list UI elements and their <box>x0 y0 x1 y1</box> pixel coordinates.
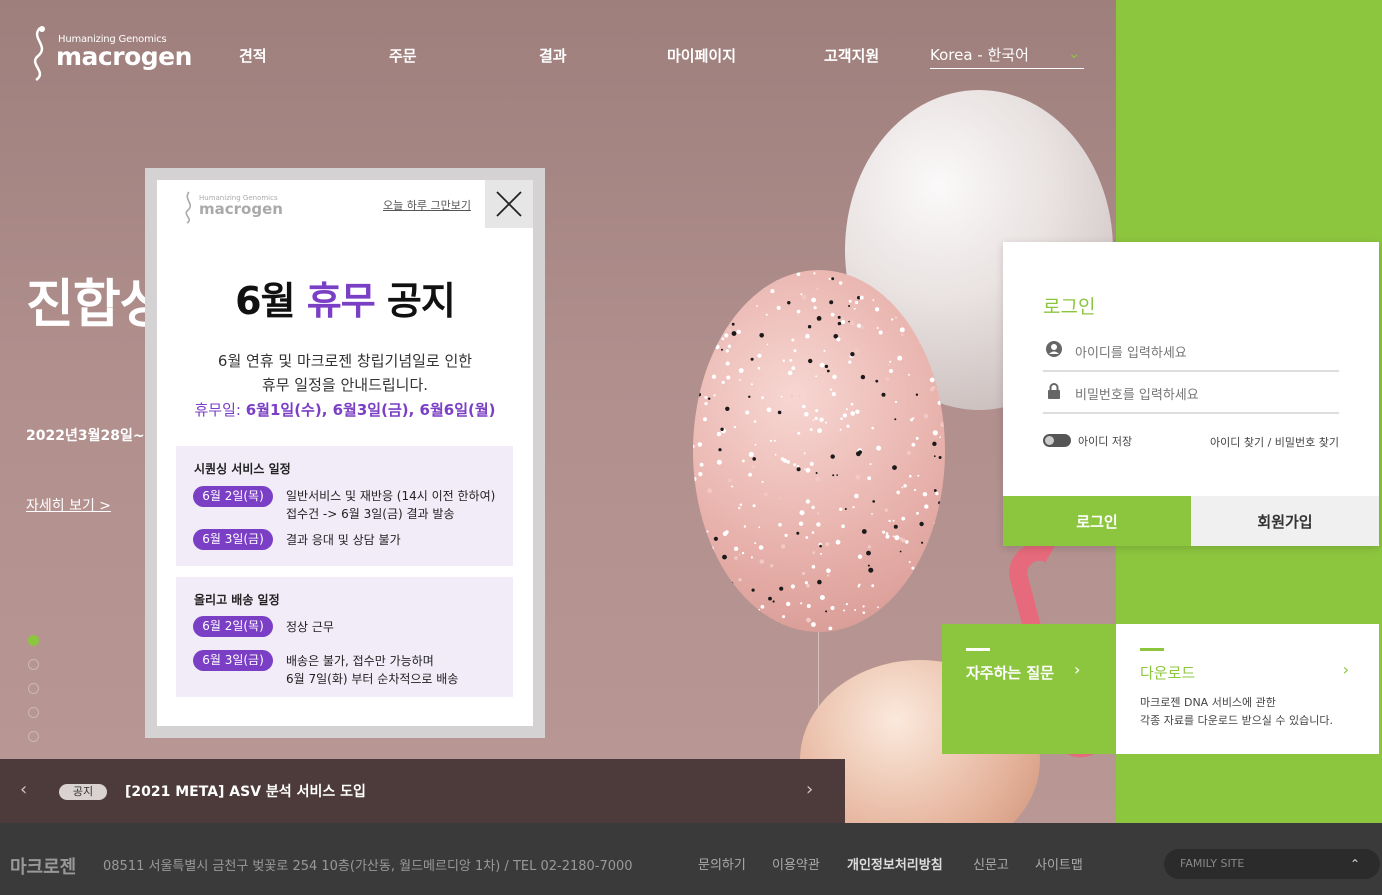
schedule-text: 결과 응대 및 상담 불가 <box>286 533 401 547</box>
nav-order[interactable]: 주문 <box>389 45 417 66</box>
slide-dot-2[interactable] <box>28 659 39 670</box>
close-button[interactable] <box>485 180 533 228</box>
language-value: Korea - 한국어 <box>930 46 1029 64</box>
chevron-right-icon: › <box>1074 660 1081 679</box>
nav-quote[interactable]: 견적 <box>239 45 267 66</box>
footer-link-sitemap[interactable]: 사이트맵 <box>1035 854 1083 873</box>
notice-popup: Humanizing Genomics macrogen 오늘 하루 그만보기 … <box>145 168 545 738</box>
save-id-toggle[interactable] <box>1043 434 1071 447</box>
slide-dot-1[interactable] <box>28 635 39 646</box>
download-link-box[interactable]: 다운로드 › 마크로젠 DNA 서비스에 관한 각종 자료를 다운로드 받으실 … <box>1116 624 1379 754</box>
popup-title-pre: 6월 <box>235 279 307 323</box>
popup-title: 6월 휴무 공지 <box>157 270 533 325</box>
footer-link-privacy[interactable]: 개인정보처리방침 <box>847 854 943 873</box>
slide-dot-5[interactable] <box>28 731 39 742</box>
footer-brand: 마크로젠 <box>10 857 77 878</box>
close-icon <box>496 191 522 217</box>
footer-address: 08511 서울특별시 금천구 벚꽃로 254 10층(가산동, 월드메르디앙 … <box>103 859 633 874</box>
sequencing-schedule-title: 시퀀싱 서비스 일정 <box>194 462 291 476</box>
nav-mypage[interactable]: 마이페이지 <box>667 45 736 66</box>
id-field <box>1043 338 1339 372</box>
logo-helix-icon <box>33 26 45 82</box>
save-id-label: 아이디 저장 <box>1078 435 1133 448</box>
notice-prev-icon[interactable]: ‹ <box>20 779 27 800</box>
popup-line-2: 휴무 일정을 안내드립니다. <box>261 376 429 394</box>
slide-dot-3[interactable] <box>28 683 39 694</box>
site-footer: 마크로젠 08511 서울특별시 금천구 벚꽃로 254 10층(가산동, 월드… <box>0 823 1382 895</box>
holiday-days-label: 휴무일: <box>194 401 246 419</box>
balloon-image-confetti <box>693 270 945 632</box>
popup-content: Humanizing Genomics macrogen 오늘 하루 그만보기 … <box>157 180 533 726</box>
oligo-schedule: 올리고 배송 일정 6월 2일(목) 정상 근무 6월 3일(금) 배송은 불가… <box>176 577 513 697</box>
faq-bar <box>966 648 990 651</box>
popup-logo-wordmark: macrogen <box>199 200 283 218</box>
sequencing-schedule: 시퀀싱 서비스 일정 6월 2일(목) 일반서비스 및 재반응 (14시 이전 … <box>176 446 513 566</box>
download-desc-2: 각종 자료를 다운로드 받으실 수 있습니다. <box>1140 714 1334 727</box>
login-button[interactable]: 로그인 <box>1003 496 1191 546</box>
faq-label: 자주하는 질문 <box>966 664 1055 682</box>
footer-link-sinmungo[interactable]: 신문고 <box>973 854 1009 873</box>
chevron-down-icon: ⌄ <box>1068 46 1080 62</box>
popup-logo: Humanizing Genomics macrogen <box>181 188 283 224</box>
popup-holiday-days: 휴무일: 6월1일(수), 6월3일(금), 6월6일(월) <box>157 399 533 420</box>
family-site-select[interactable]: FAMILY SITE ⌃ <box>1164 849 1380 879</box>
join-button[interactable]: 회원가입 <box>1191 496 1379 546</box>
schedule-text: 정상 근무 <box>286 620 334 634</box>
footer-link-terms[interactable]: 이용약관 <box>772 854 820 873</box>
download-label: 다운로드 <box>1140 664 1196 682</box>
chevron-up-icon: ⌃ <box>1349 857 1360 871</box>
site-header: Humanizing Genomics macrogen 견적 주문 결과 마이… <box>0 0 1116 100</box>
date-pill: 6월 3일(금) <box>193 650 273 671</box>
logo-wordmark: macrogen <box>56 42 192 71</box>
slide-dot-4[interactable] <box>28 707 39 718</box>
language-select[interactable]: Korea - 한국어 ⌄ <box>930 44 1084 69</box>
download-bar <box>1140 648 1164 651</box>
popup-line-1: 6월 연휴 및 마크로젠 창립기념일로 인한 <box>217 352 473 370</box>
notice-badge: 공지 <box>59 784 107 800</box>
schedule-text: 접수건 -> 6월 3일(금) 결과 발송 <box>286 507 455 521</box>
download-desc-1: 마크로젠 DNA 서비스에 관한 <box>1140 696 1276 709</box>
find-account-link[interactable]: 아이디 찾기 / 비밀번호 찾기 <box>1210 434 1339 450</box>
user-icon <box>1046 341 1062 357</box>
oligo-schedule-title: 올리고 배송 일정 <box>194 593 280 607</box>
popup-title-highlight: 휴무 <box>306 279 376 323</box>
hero-date: 2022년3월28일~20 <box>26 428 165 444</box>
password-input[interactable] <box>1075 380 1335 410</box>
hide-today-link[interactable]: 오늘 하루 그만보기 <box>383 197 471 213</box>
macrogen-logo[interactable]: Humanizing Genomics macrogen <box>26 22 192 82</box>
lock-icon <box>1048 383 1060 399</box>
login-title: 로그인 <box>1043 296 1096 318</box>
nav-result[interactable]: 결과 <box>539 45 567 66</box>
notice-link[interactable]: [2021 META] ASV 분석 서비스 도입 <box>125 781 366 801</box>
logo-helix-icon <box>185 191 192 224</box>
footer-link-inquiry[interactable]: 문의하기 <box>698 854 746 873</box>
schedule-text: 일반서비스 및 재반응 (14시 이전 한하여) <box>286 489 496 503</box>
notice-next-icon[interactable]: › <box>806 779 813 800</box>
family-site-label: FAMILY SITE <box>1180 857 1245 870</box>
password-field <box>1043 380 1339 414</box>
login-box: 로그인 아이디 저장 아이디 찾기 / 비밀번호 찾기 로그인 회원가입 <box>1003 242 1379 546</box>
popup-title-post: 공지 <box>374 279 456 323</box>
schedule-text: 6월 7일(화) 부터 순차적으로 배송 <box>286 672 459 686</box>
schedule-text: 배송은 불가, 접수만 가능하며 <box>286 654 434 668</box>
faq-link-box[interactable]: 자주하는 질문 › <box>942 624 1116 754</box>
chevron-right-icon: › <box>1342 660 1349 679</box>
nav-support[interactable]: 고객지원 <box>824 45 879 66</box>
date-pill: 6월 2일(목) <box>193 616 273 637</box>
holiday-days-value: 6월1일(수), 6월3일(금), 6월6일(월) <box>245 401 496 419</box>
id-input[interactable] <box>1075 338 1335 368</box>
date-pill: 6월 2일(목) <box>193 486 273 507</box>
date-pill: 6월 3일(금) <box>193 529 273 550</box>
hero-more-link[interactable]: 자세히 보기 > <box>26 495 111 515</box>
